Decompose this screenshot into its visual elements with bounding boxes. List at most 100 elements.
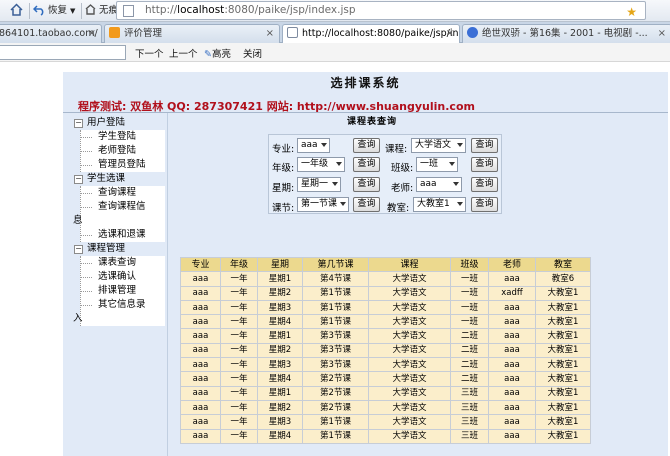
col-room-cell: 大教室1 bbox=[535, 285, 591, 301]
col-teacher-cell: aaa bbox=[488, 271, 536, 287]
home-button[interactable] bbox=[10, 2, 25, 19]
col-room-cell: 大教室1 bbox=[535, 342, 591, 359]
tree-item-teacher-login[interactable]: 老师登陆 bbox=[81, 144, 165, 158]
col-major-cell: aaa bbox=[180, 414, 221, 430]
tree-group-student-select[interactable]: − 学生选课 bbox=[72, 172, 165, 186]
col-room-cell: 大教室1 bbox=[535, 314, 591, 330]
query-room-button[interactable]: 查询 bbox=[471, 197, 498, 212]
col-class-cell: 三班 bbox=[450, 414, 489, 430]
tree-item-wrap-text[interactable]: 息 bbox=[73, 214, 165, 228]
col-class-cell: 二班 bbox=[450, 371, 489, 387]
col-period-cell: 第3节课 bbox=[302, 342, 369, 359]
tab-taobao[interactable]: 864101.taobao.com/ × bbox=[0, 24, 102, 43]
col-week-cell: 星期1 bbox=[257, 271, 303, 287]
col-grade-cell: 一年 bbox=[220, 285, 258, 301]
table-row: aaa 一年 星期1 第4节课 大学语文 一班 aaa 教室6 bbox=[180, 271, 591, 287]
class-label: 班级: bbox=[391, 163, 414, 174]
tree-item-admin-login[interactable]: 管理员登陆 bbox=[81, 158, 165, 172]
period-select[interactable]: 第一节课 bbox=[297, 197, 349, 212]
col-period-cell: 第2节课 bbox=[302, 371, 369, 387]
query-class-button[interactable]: 查询 bbox=[471, 157, 498, 172]
undo-icon bbox=[32, 3, 46, 16]
query-period-button[interactable]: 查询 bbox=[353, 197, 380, 212]
table-row: aaa 一年 星期1 第2节课 大学语文 三班 aaa 大教室1 bbox=[180, 385, 591, 401]
star-icon[interactable]: ★ bbox=[626, 5, 637, 19]
col-major-cell: aaa bbox=[180, 342, 221, 359]
schedule-table: 专业 年级 星期 第几节课 课程 班级 老师 教室 aaa 一年 星期1 第4节课 大学语文 一班 aaa… bbox=[180, 256, 591, 444]
col-grade-cell: 一年 bbox=[220, 371, 258, 387]
tree-item-query-course[interactable]: 查询课程 bbox=[81, 186, 165, 200]
tree-items: 查询课程 查询课程信 息 选课和退课 bbox=[73, 186, 165, 242]
col-period-cell: 第1节课 bbox=[302, 299, 369, 316]
highlight-button[interactable]: ✎高亮 bbox=[204, 46, 231, 60]
col-room-cell: 大教室1 bbox=[535, 428, 591, 444]
col-grade-cell: 一年 bbox=[220, 357, 258, 373]
col-week-cell: 星期3 bbox=[257, 299, 303, 316]
close-icon[interactable]: × bbox=[266, 25, 274, 43]
tree-item-select-drop[interactable]: 选课和退课 bbox=[81, 228, 165, 242]
col-period-cell: 第4节课 bbox=[302, 271, 369, 287]
restore-button[interactable]: 恢复 ▼ bbox=[32, 2, 75, 19]
close-icon[interactable]: × bbox=[88, 25, 96, 43]
tree-item-student-login[interactable]: 学生登陆 bbox=[81, 130, 165, 144]
col-major-cell: aaa bbox=[180, 371, 221, 387]
col-week-cell: 星期1 bbox=[257, 385, 303, 401]
find-close-button[interactable]: 关闭 bbox=[243, 46, 262, 60]
tab-localhost[interactable]: http://localhost:8080/paike/jsp/in... × bbox=[282, 24, 460, 44]
tab-review[interactable]: 评价管理 × bbox=[104, 24, 280, 43]
col-week-cell: 星期4 bbox=[257, 371, 303, 387]
find-prev-button[interactable]: 上一个 bbox=[169, 46, 198, 60]
teacher-select[interactable]: aaa bbox=[416, 177, 462, 192]
col-class-cell: 一班 bbox=[450, 299, 489, 316]
tree-item-schedule-query[interactable]: 课表查询 bbox=[81, 256, 165, 270]
class-select[interactable]: 一班 bbox=[416, 157, 458, 172]
tree-items: 学生登陆 老师登陆 管理员登陆 bbox=[80, 130, 165, 172]
col-week-cell: 星期1 bbox=[257, 328, 303, 344]
table-row: aaa 一年 星期3 第3节课 大学语文 二班 aaa 大教室1 bbox=[180, 357, 591, 373]
query-course-button[interactable]: 查询 bbox=[471, 138, 498, 153]
col-room-header: 教室 bbox=[535, 256, 591, 273]
tab-video[interactable]: 绝世双骄 - 第16集 - 2001 - 电视剧 -... × bbox=[462, 24, 670, 43]
col-major-cell: aaa bbox=[180, 299, 221, 316]
collapse-icon[interactable]: − bbox=[74, 119, 83, 128]
tree-group-label: 学生选课 bbox=[87, 173, 126, 184]
tab-label: 864101.taobao.com/ bbox=[0, 28, 98, 39]
room-select[interactable]: 大教室1 bbox=[413, 197, 466, 212]
find-next-button[interactable]: 下一个 bbox=[135, 46, 164, 60]
major-select[interactable]: aaa bbox=[297, 138, 330, 153]
query-major-button[interactable]: 查询 bbox=[353, 138, 380, 153]
col-week-cell: 星期2 bbox=[257, 285, 303, 301]
incognito-button[interactable]: 无痕 bbox=[84, 2, 118, 19]
tree-item-select-confirm[interactable]: 选课确认 bbox=[81, 270, 165, 284]
col-room-cell: 教室6 bbox=[535, 271, 591, 287]
tree-item-schedule-manage[interactable]: 排课管理 bbox=[81, 284, 165, 298]
collapse-icon[interactable]: − bbox=[74, 175, 83, 184]
collapse-icon[interactable]: − bbox=[74, 245, 83, 254]
query-teacher-button[interactable]: 查询 bbox=[471, 177, 498, 192]
col-period-cell: 第2节课 bbox=[302, 385, 369, 401]
tree-group-course-manage[interactable]: − 课程管理 bbox=[72, 242, 165, 256]
tree-group-user-login[interactable]: − 用户登陆 bbox=[72, 116, 165, 130]
tree-item-other-info[interactable]: 其它信息录 bbox=[81, 298, 165, 312]
col-grade-cell: 一年 bbox=[220, 428, 258, 444]
col-period-cell: 第1节课 bbox=[302, 414, 369, 430]
query-grade-button[interactable]: 查询 bbox=[353, 157, 380, 172]
col-period-cell: 第2节课 bbox=[302, 399, 369, 416]
col-teacher-cell: aaa bbox=[488, 328, 536, 344]
col-major-cell: aaa bbox=[180, 385, 221, 401]
col-major-cell: aaa bbox=[180, 357, 221, 373]
close-icon[interactable]: × bbox=[658, 25, 666, 43]
course-select[interactable]: 大学语文 bbox=[411, 138, 466, 153]
query-week-button[interactable]: 查询 bbox=[353, 177, 380, 192]
table-row: aaa 一年 星期4 第2节课 大学语文 二班 aaa 大教室1 bbox=[180, 371, 591, 387]
tree-item-query-course-info[interactable]: 查询课程信 bbox=[81, 200, 165, 214]
col-week-cell: 星期2 bbox=[257, 342, 303, 359]
find-input[interactable] bbox=[0, 45, 126, 60]
col-course-cell: 大学语文 bbox=[368, 357, 451, 373]
address-bar[interactable]: http://localhost:8080/paike/jsp/index.js… bbox=[116, 1, 646, 20]
chevron-down-icon bbox=[336, 162, 342, 166]
close-icon[interactable]: × bbox=[446, 25, 454, 43]
grade-select[interactable]: 一年级 bbox=[297, 157, 345, 172]
tree-item-wrap-text[interactable]: 入 bbox=[73, 312, 165, 326]
week-select[interactable]: 星期一 bbox=[297, 177, 341, 192]
